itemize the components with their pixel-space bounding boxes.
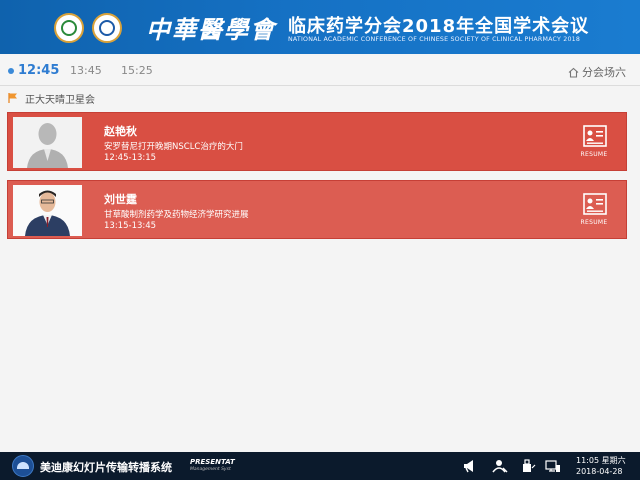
usb-icon[interactable] [520, 459, 536, 473]
brand-name: PRESENTAT [190, 458, 235, 466]
resume-label: RESUME [580, 151, 608, 158]
venue-button[interactable]: 分会场六 [568, 64, 626, 80]
brand-subtitle: Management Syst [190, 467, 231, 472]
session-title: 正大天晴卫星会 [25, 94, 95, 106]
clock-date: 2018-04-28 [576, 467, 623, 476]
resume-icon [583, 125, 607, 147]
time-slot[interactable]: 13:45 [70, 64, 102, 77]
medicon-logo-icon [12, 455, 34, 477]
header-banner: 中華醫學會 临床药学分会2018年全国学术会议 NATIONAL ACADEMI… [0, 0, 640, 54]
system-clock: 11:05 星期六 2018-04-28 [576, 455, 626, 477]
home-icon [568, 67, 579, 78]
resume-label: RESUME [580, 219, 608, 226]
system-title: 美迪康幻灯片传输转播系统 [40, 461, 172, 474]
speaker-time: 13:15-13:45 [104, 221, 157, 231]
active-indicator-icon [8, 68, 14, 74]
association-calligraphy: 中華醫學會 [146, 15, 276, 44]
time-slot[interactable]: 15:25 [121, 64, 153, 77]
resume-button[interactable]: RESUME [575, 123, 613, 163]
time-slot-active[interactable]: 12:45 [18, 63, 59, 78]
speaker-name: 赵艳秋 [104, 125, 137, 138]
resume-icon [583, 193, 607, 215]
speaker-time: 12:45-13:15 [104, 153, 157, 163]
association-logo-icon [54, 13, 84, 43]
flag-icon [8, 93, 17, 103]
speaker-name: 刘世霆 [104, 193, 137, 206]
megaphone-icon[interactable] [462, 459, 478, 473]
conference-title: 临床药学分会2018年全国学术会议 [288, 16, 590, 37]
society-logo-icon [92, 13, 122, 43]
speaker-topic: 安罗替尼打开晚期NSCLC治疗的大门 [104, 142, 243, 152]
user-icon[interactable] [492, 459, 508, 473]
speaker-photo [13, 185, 82, 236]
session-header: 正大天晴卫星会 [7, 90, 95, 106]
speaker-topic: 甘草酸制剂药学及药物经济学研究进展 [104, 210, 249, 220]
speaker-card[interactable]: 赵艳秋 安罗替尼打开晚期NSCLC治疗的大门 12:45-13:15 RESUM… [7, 112, 627, 171]
taskbar: 美迪康幻灯片传输转播系统 PRESENTAT Management Syst 1… [0, 452, 640, 480]
speaker-photo-placeholder [13, 117, 82, 168]
venue-label: 分会场六 [582, 66, 626, 79]
time-slot-bar: 12:45 13:45 15:25 分会场六 [0, 56, 640, 86]
network-icon[interactable] [545, 459, 561, 473]
resume-button[interactable]: RESUME [575, 191, 613, 231]
clock-time: 11:05 星期六 [576, 456, 626, 465]
conference-subtitle: NATIONAL ACADEMIC CONFERENCE OF CHINESE … [288, 36, 581, 43]
speaker-card[interactable]: 刘世霆 甘草酸制剂药学及药物经济学研究进展 13:15-13:45 RESUME [7, 180, 627, 239]
